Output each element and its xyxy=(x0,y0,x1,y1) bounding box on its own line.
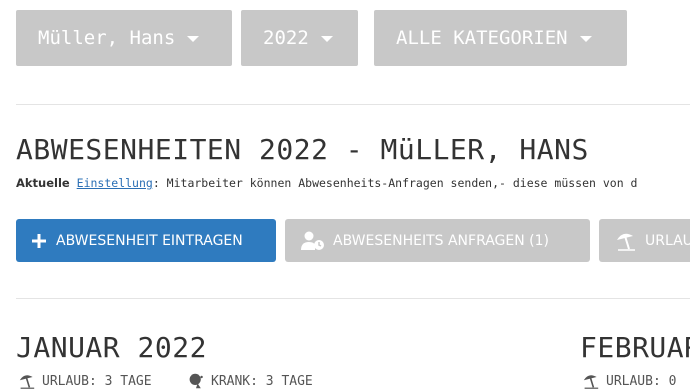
divider xyxy=(16,104,690,105)
month-stat-vacation: URLAUB: 3 TAGE xyxy=(18,373,152,389)
setting-info: Aktuelle Einstellung: Mitarbeiter können… xyxy=(16,176,637,190)
divider xyxy=(16,298,690,299)
month-title: JANUAR 2022 xyxy=(16,331,207,364)
page-title: ABWESENHEITEN 2022 - MüLLER, HANS xyxy=(16,133,589,166)
chevron-down-icon xyxy=(320,36,333,42)
vacation-label: URLAU xyxy=(645,232,690,249)
chevron-down-icon xyxy=(187,36,200,42)
chevron-down-icon xyxy=(579,36,592,42)
category-select-label: ALLE KATEGORIEN xyxy=(396,27,568,49)
setting-link[interactable]: Einstellung xyxy=(77,176,153,190)
year-select[interactable]: 2022 xyxy=(241,10,358,66)
user-clock-icon xyxy=(301,231,324,250)
stat-label: URLAUB: 0 xyxy=(606,373,677,389)
setting-text: : Mitarbeiter können Abwesenheits-Anfrag… xyxy=(152,176,638,190)
category-select[interactable]: ALLE KATEGORIEN xyxy=(374,10,627,66)
add-absence-button[interactable]: ABWESENHEIT EINTRAGEN xyxy=(16,219,276,262)
add-absence-label: ABWESENHEIT EINTRAGEN xyxy=(56,232,243,249)
person-select-label: Müller, Hans xyxy=(38,27,176,49)
absence-requests-label: ABWESENHEITS ANFRAGEN (1) xyxy=(333,232,550,249)
stat-label: KRANK: 3 TAGE xyxy=(211,373,313,389)
beach-umbrella-icon xyxy=(583,375,599,389)
setting-prefix: Aktuelle xyxy=(16,176,70,190)
beach-umbrella-icon xyxy=(617,233,635,251)
sick-icon xyxy=(189,373,203,389)
plus-icon xyxy=(32,233,46,248)
vacation-button[interactable]: URLAU xyxy=(599,219,690,262)
absence-requests-button[interactable]: ABWESENHEITS ANFRAGEN (1) xyxy=(285,219,590,262)
beach-umbrella-icon xyxy=(19,375,35,389)
person-select[interactable]: Müller, Hans xyxy=(16,10,232,66)
month-stat-vacation: URLAUB: 0 xyxy=(582,373,676,389)
month-title: FEBRUAR xyxy=(580,331,690,364)
month-stat-sick: KRANK: 3 TAGE xyxy=(187,373,313,389)
year-select-label: 2022 xyxy=(263,27,309,49)
stat-label: URLAUB: 3 TAGE xyxy=(42,373,152,389)
